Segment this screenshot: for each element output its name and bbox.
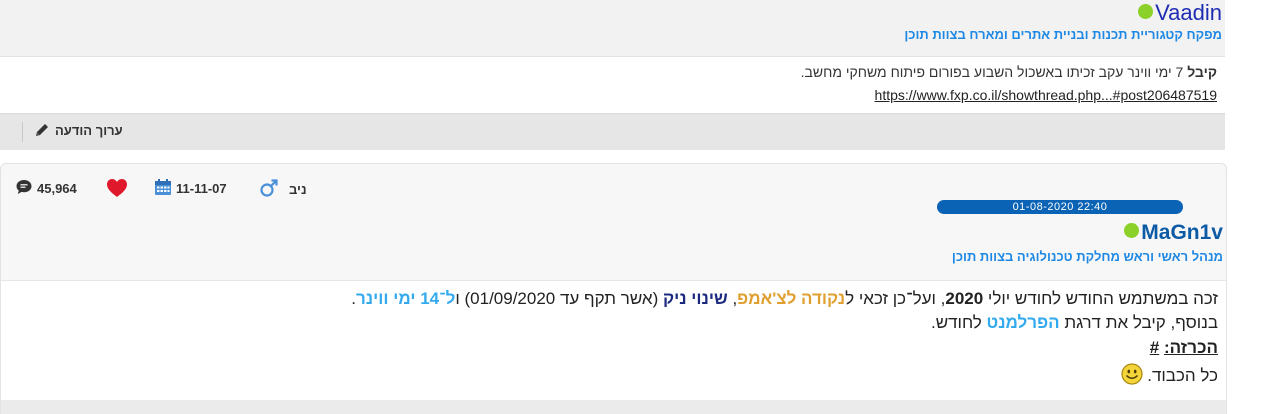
post-line-1: זכה במשתמש החודש לחודש יולי 2020, ועל־כן… bbox=[351, 289, 1218, 309]
online-status-icon bbox=[1124, 223, 1140, 238]
online-status-icon bbox=[1138, 4, 1154, 19]
post-body: קיבל 7 ימי ווינר עקב זכיתו באשכול השבוע … bbox=[0, 57, 1225, 112]
gender-label: ניב bbox=[289, 182, 307, 197]
post-body: זכה במשתמש החודש לחודש יולי 2020, ועל־כן… bbox=[1, 280, 1226, 401]
username-text: MaGn1v bbox=[1141, 221, 1223, 244]
thread-link[interactable]: https://www.fxp.co.il/showthread.php...#… bbox=[875, 87, 1217, 103]
post-text-bold: קיבל bbox=[1187, 64, 1217, 80]
closing-text: כל הכבוד. bbox=[1147, 365, 1218, 385]
user-title: מנהל ראשי וראש מחלקת טכנולוגיה בצוות תוכ… bbox=[951, 249, 1223, 264]
male-icon bbox=[259, 178, 279, 201]
text-segment: , bbox=[727, 289, 738, 308]
post-timestamp: 01-08-2020 22:40 bbox=[937, 200, 1183, 214]
parliament-text: הפרלמנט bbox=[986, 313, 1060, 332]
post-line-2: בנוסף, קיבל את דרגת הפרלמנט לחודש. bbox=[931, 313, 1218, 333]
announcement-link[interactable]: # bbox=[1150, 338, 1159, 357]
winner-days-text: ל־14 ימי ווינר bbox=[355, 289, 456, 308]
announcement-label: הכרזה: bbox=[1163, 338, 1218, 357]
pencil-icon bbox=[34, 122, 50, 138]
post-count: 45,964 bbox=[15, 178, 77, 199]
previous-post: Vaadin מפקח קטגוריית תכנות ובניית אתרים … bbox=[0, 0, 1225, 150]
announcement: הכרזה: # bbox=[1150, 338, 1218, 358]
edit-post-label: ערוך הודעה bbox=[55, 122, 123, 138]
closing-line: כל הכבוד. bbox=[1117, 363, 1218, 390]
text-segment: לחודש. bbox=[930, 313, 987, 332]
post-text: קיבל 7 ימי ווינר עקב זכיתו באשכול השבוע … bbox=[801, 64, 1217, 80]
user-title: מפקח קטגוריית תכנות ובניית אתרים ומארח ב… bbox=[904, 27, 1222, 42]
username-text: Vaadin bbox=[1155, 0, 1222, 25]
post-header: Vaadin מפקח קטגוריית תכנות ובניית אתרים … bbox=[0, 0, 1225, 57]
username-link[interactable]: Vaadin bbox=[1138, 0, 1222, 26]
footer-divider bbox=[22, 122, 23, 142]
heart-icon bbox=[106, 178, 128, 201]
year-text: 2020 bbox=[945, 289, 984, 308]
post: 45,964 11-11-07 ניב 01-08-2020 22:40 MaG… bbox=[0, 163, 1227, 414]
post-footer bbox=[1, 400, 1226, 414]
smiley-icon bbox=[1120, 363, 1143, 390]
join-date: 11-11-07 bbox=[154, 178, 227, 199]
edit-post-button[interactable]: ערוך הודעה bbox=[34, 122, 123, 138]
champ-point-text: נקודה לצ'אמפ bbox=[737, 289, 846, 308]
text-segment: בנוסף, קיבל את דרגת bbox=[1059, 313, 1218, 332]
nick-change-text: שינוי ניק bbox=[663, 289, 728, 308]
text-segment: , ועל־כן זכאי ל bbox=[845, 289, 946, 308]
calendar-icon bbox=[154, 178, 172, 199]
speech-bubble-icon bbox=[15, 178, 33, 199]
like-button[interactable] bbox=[106, 178, 128, 201]
join-date-value: 11-11-07 bbox=[176, 181, 227, 196]
username-link[interactable]: MaGn1v bbox=[1124, 221, 1223, 245]
text-segment: (אשר תקף עד 01/09/2020) ו bbox=[455, 289, 663, 308]
gender-info: ניב bbox=[259, 178, 307, 201]
text-segment: זכה במשתמש החודש לחודש יולי bbox=[983, 289, 1218, 308]
post-text-rest: 7 ימי ווינר עקב זכיתו באשכול השבוע בפורו… bbox=[800, 64, 1188, 80]
post-footer: ערוך הודעה bbox=[0, 113, 1225, 150]
post-count-value: 45,964 bbox=[37, 181, 77, 196]
